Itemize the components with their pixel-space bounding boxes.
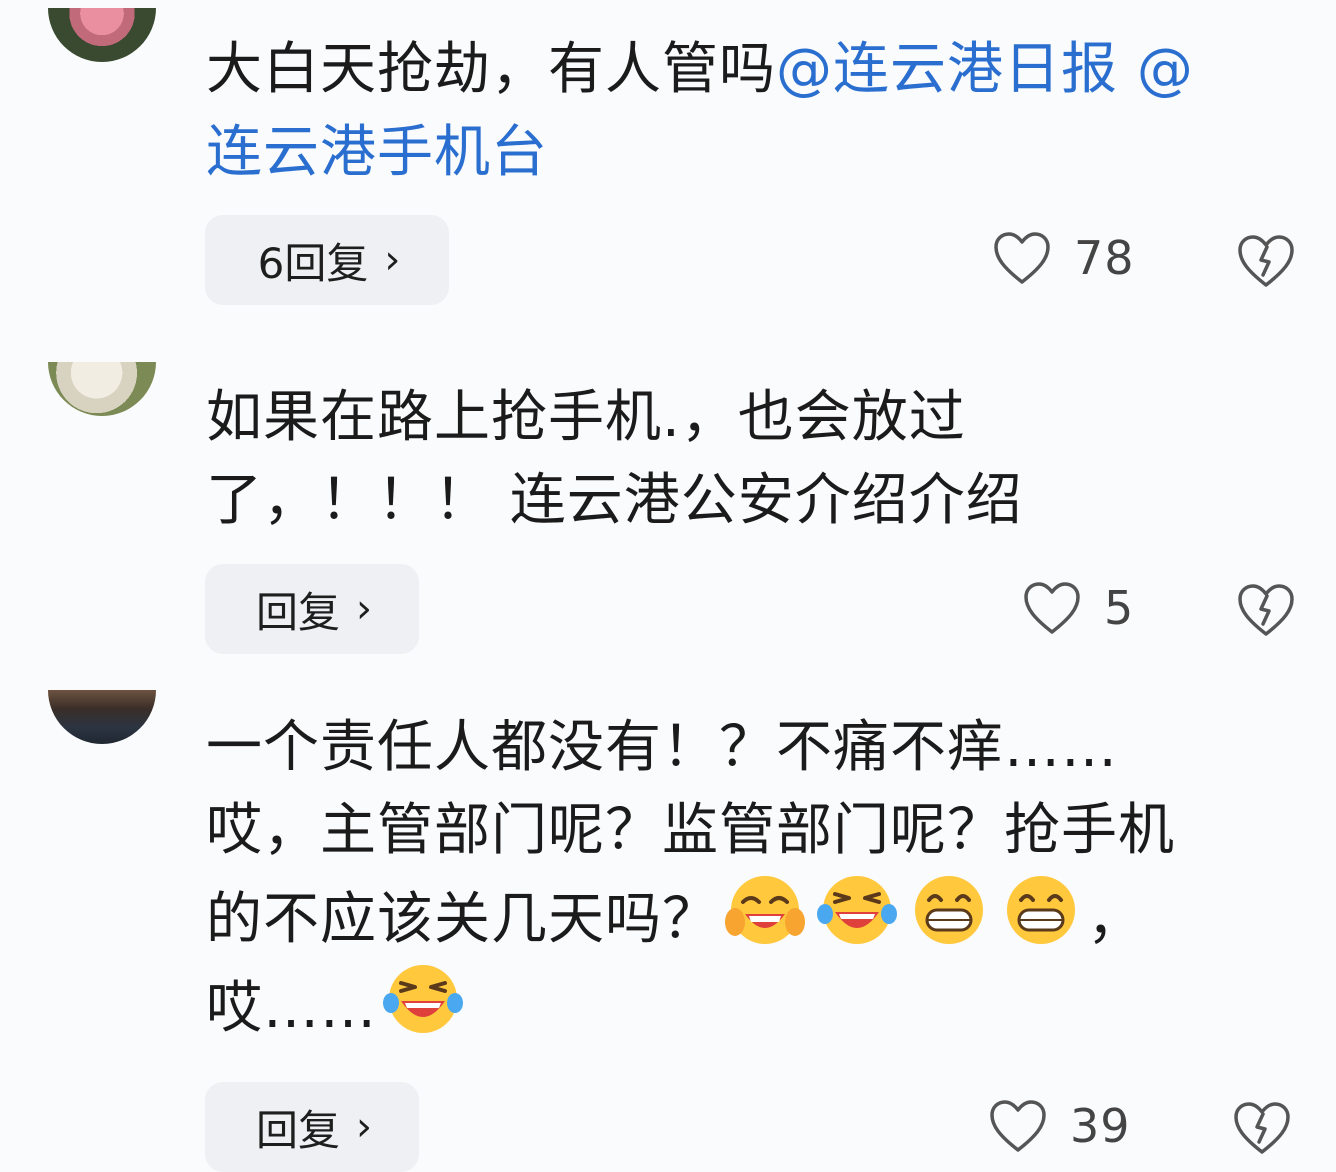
heart-outline-icon[interactable] [988,1098,1048,1154]
comment-text: 如果在路上抢手机.，也会放过 了，！！！ 连云港公安介绍介绍 [206,385,1023,533]
broken-heart-icon[interactable] [1236,582,1296,638]
laughing-tears-emoji [815,872,899,950]
reply-label: 6回复 [257,238,369,288]
like-group: 78 [992,230,1135,286]
grinning-face-emoji [999,872,1083,950]
reply-label: 回复 [255,587,340,637]
avatar[interactable] [48,8,156,62]
heart-outline-icon[interactable] [1022,580,1082,636]
chevron-right-icon: › [356,1104,372,1150]
heart-outline-icon[interactable] [992,230,1052,286]
like-count: 5 [1104,581,1135,635]
avatar[interactable] [48,362,156,416]
grinning-face-emoji [907,872,991,950]
like-group: 39 [988,1098,1131,1154]
comment-text: 一个责任人都没有！？不痛不痒…… 哎，主管部门呢？监管部门呢？抢手机 的不应该关… [206,706,1296,1050]
comment-text-body: 大白天抢劫，有人管吗 [206,37,776,102]
reply-button[interactable]: 6回复 › [205,215,449,305]
like-count: 39 [1070,1099,1131,1153]
avatar[interactable] [48,690,156,744]
laughing-tears-emoji [381,961,465,1039]
reply-button[interactable]: 回复 › [205,564,419,654]
like-group: 5 [1022,580,1134,636]
broken-heart-icon[interactable] [1232,1100,1292,1156]
comment-text: 大白天抢劫，有人管吗@连云港日报 @ 连云港手机台 [206,28,1296,194]
chevron-right-icon: › [356,586,372,632]
like-count: 78 [1074,231,1135,285]
grinning-tears-emoji [723,872,807,950]
reply-button[interactable]: 回复 › [205,1082,419,1172]
reply-label: 回复 [255,1105,340,1155]
mention-link[interactable]: @连云港日报 [776,37,1118,102]
broken-heart-icon[interactable] [1236,233,1296,289]
chevron-right-icon: › [384,237,401,283]
